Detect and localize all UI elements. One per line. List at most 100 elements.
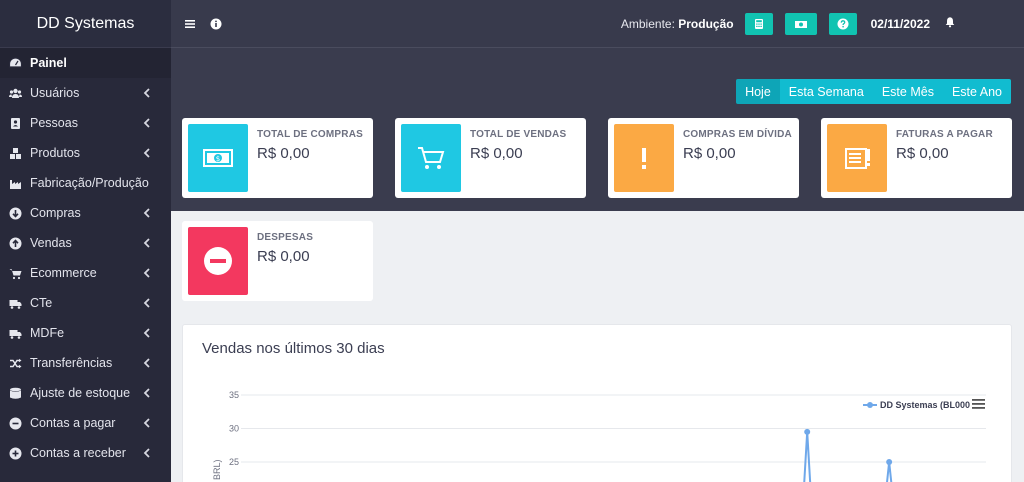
- sidebar-item-ajuste-de-estoque[interactable]: Ajuste de estoque: [0, 378, 171, 408]
- card-label: FATURAS A PAGAR: [896, 129, 993, 140]
- period-selector: Hoje Esta Semana Este Mês Este Ano: [736, 79, 1011, 104]
- chevron-left-icon: [143, 297, 155, 309]
- money-icon: [794, 20, 807, 28]
- chevron-left-icon: [143, 327, 155, 339]
- sidebar-item-ecommerce[interactable]: Ecommerce: [0, 258, 171, 288]
- sidebar-item-label: Contas a receber: [30, 446, 126, 460]
- svg-text:$: $: [216, 155, 220, 163]
- sidebar-item-label: Transferências: [30, 356, 113, 370]
- card-label: TOTAL DE COMPRAS: [257, 129, 363, 140]
- card-purchases-debt: COMPRAS EM DÍVIDA R$ 0,00: [608, 118, 799, 198]
- sidebar-item-label: Painel: [30, 56, 67, 70]
- card-icon-box: $: [188, 124, 248, 192]
- chevron-left-icon: [143, 447, 155, 459]
- cash-button[interactable]: [784, 12, 817, 35]
- brand-title[interactable]: DD Systemas: [0, 0, 171, 48]
- sidebar-item-label: Vendas: [30, 236, 72, 250]
- legend-label: DD Systemas (BL000: [880, 400, 970, 410]
- chevron-left-icon: [143, 417, 155, 429]
- card-value: R$ 0,00: [257, 248, 310, 265]
- calculator-icon: [754, 18, 763, 29]
- chevron-left-icon: [143, 87, 155, 99]
- card-value: R$ 0,00: [683, 145, 736, 162]
- sidebar-item-compras[interactable]: Compras: [0, 198, 171, 228]
- truck-icon: [8, 326, 22, 340]
- sidebar-item-label: CTe: [30, 296, 53, 310]
- chevron-left-icon: [143, 237, 155, 249]
- sidebar-item-label: Compras: [30, 206, 81, 220]
- sidebar-item-cte[interactable]: CTe: [0, 288, 171, 318]
- cart-icon: [418, 147, 445, 169]
- data-point[interactable]: [804, 428, 811, 435]
- environment-label: Ambiente:: [620, 16, 675, 31]
- card-expenses: DESPESAS R$ 0,00: [182, 221, 373, 301]
- hamburger-menu-icon[interactable]: [183, 17, 197, 31]
- period-today-button[interactable]: Hoje: [736, 79, 780, 104]
- question-icon: [837, 18, 849, 29]
- cart-icon: [8, 266, 22, 280]
- topbar: Ambiente: Produção 02/11/2022: [171, 0, 1024, 48]
- sidebar-item-usuarios[interactable]: Usuários: [0, 78, 171, 108]
- invoice-icon: [845, 148, 870, 169]
- chevron-left-icon: [143, 117, 155, 129]
- sidebar-item-painel[interactable]: Painel: [0, 48, 171, 78]
- card-icon-box: [614, 124, 674, 192]
- sidebar-item-label: Usuários: [30, 86, 80, 100]
- y-tick-label: 35: [229, 390, 239, 400]
- chevron-left-icon: [143, 267, 155, 279]
- menu-bar: [972, 407, 985, 409]
- shuffle-icon: [8, 356, 22, 370]
- help-button[interactable]: [828, 12, 857, 35]
- chart-export-menu-icon[interactable]: [972, 399, 985, 409]
- arrow-circle-down-icon: [8, 206, 22, 220]
- period-year-button[interactable]: Este Ano: [942, 79, 1011, 104]
- card-total-purchases: $ TOTAL DE COMPRAS R$ 0,00: [182, 118, 373, 198]
- card-value: R$ 0,00: [896, 145, 949, 162]
- series-line-segment: [803, 431, 812, 482]
- sidebar-item-contas-a-pagar[interactable]: Contas a pagar: [0, 408, 171, 438]
- card-value: R$ 0,00: [470, 145, 523, 162]
- plus-circle-icon: [8, 446, 22, 460]
- sales-line-chart: 35 30 25 BRL) DD Systemas (BL000: [212, 390, 986, 482]
- calculator-button[interactable]: [744, 12, 773, 35]
- bell-icon[interactable]: [944, 15, 956, 33]
- users-icon: [8, 86, 22, 100]
- sidebar-item-label: Pessoas: [30, 116, 78, 130]
- card-value: R$ 0,00: [257, 145, 310, 162]
- sidebar-item-label: Produtos: [30, 146, 81, 160]
- y-tick-label: 25: [229, 457, 239, 467]
- chevron-left-icon: [143, 147, 155, 159]
- sidebar-item-mdfe[interactable]: MDFe: [0, 318, 171, 348]
- menu-bar: [972, 403, 985, 405]
- sidebar-item-contas-a-receber[interactable]: Contas a receber: [0, 438, 171, 468]
- data-point[interactable]: [886, 459, 893, 465]
- sidebar-item-label: Fabricação/Produção: [30, 176, 149, 190]
- period-month-button[interactable]: Este Mês: [872, 79, 943, 104]
- sidebar-item-label: Contas a pagar: [30, 416, 116, 430]
- period-week-button[interactable]: Esta Semana: [779, 79, 873, 104]
- current-date: 02/11/2022: [870, 16, 930, 31]
- chevron-left-icon: [143, 387, 155, 399]
- card-icon-box: [188, 227, 248, 295]
- card-label: COMPRAS EM DÍVIDA: [683, 129, 792, 140]
- chart-legend[interactable]: DD Systemas (BL000: [863, 400, 970, 410]
- sidebar-item-label: Ajuste de estoque: [30, 386, 131, 400]
- environment-indicator: Ambiente: Produção: [621, 17, 734, 31]
- chevron-left-icon: [143, 357, 155, 369]
- card-invoices-payable: FATURAS A PAGAR R$ 0,00: [821, 118, 1012, 198]
- sidebar-item-label: Ecommerce: [30, 266, 97, 280]
- chevron-left-icon: [143, 207, 155, 219]
- info-icon[interactable]: [209, 17, 223, 31]
- sidebar-item-transferencias[interactable]: Transferências: [0, 348, 171, 378]
- sidebar-item-pessoas[interactable]: Pessoas: [0, 108, 171, 138]
- sidebar-item-produtos[interactable]: Produtos: [0, 138, 171, 168]
- sales-chart-panel: Vendas nos últimos 30 dias 35 30 25 BRL) DD …: [182, 324, 1012, 482]
- sidebar-menu: Painel Usuários Pessoas Produtos Fabricação/…: [0, 48, 171, 468]
- sidebar-item-fabricacao-producao[interactable]: Fabricação/Produção: [0, 168, 171, 198]
- y-tick-label: 30: [229, 424, 239, 434]
- minus-circle-icon: [204, 247, 232, 275]
- cubes-icon: [8, 146, 22, 160]
- environment-value: Produção: [678, 16, 734, 31]
- arrow-circle-up-icon: [8, 236, 22, 250]
- sidebar-item-vendas[interactable]: Vendas: [0, 228, 171, 258]
